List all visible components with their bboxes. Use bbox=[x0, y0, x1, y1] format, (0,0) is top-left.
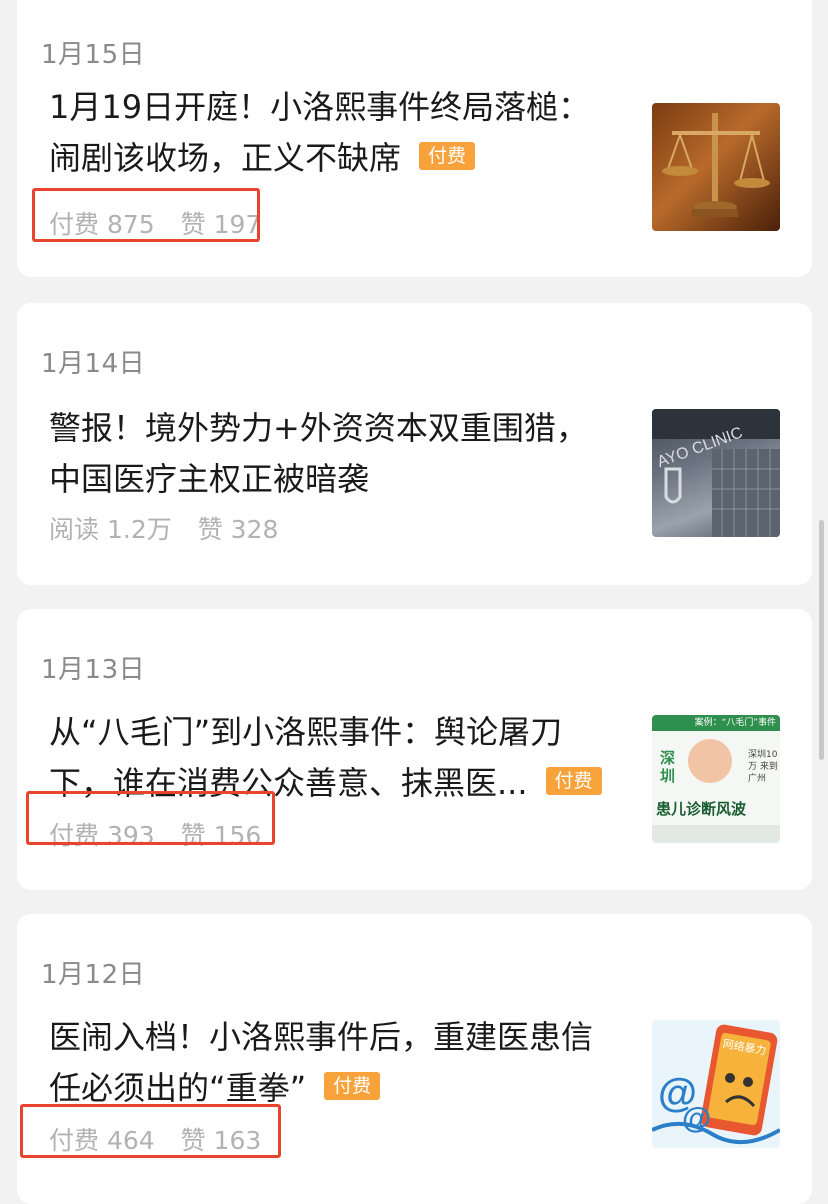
article-title-line: 中国医疗主权正被暗袭 bbox=[49, 460, 370, 498]
article-title-line: 医闹入档！小洛熙事件后，重建医患信 bbox=[49, 1018, 594, 1056]
building-icon: AYO CLINIC bbox=[652, 409, 780, 537]
article-date: 1月15日 bbox=[41, 40, 146, 70]
paid-badge: 付费 bbox=[545, 767, 602, 795]
clipping-header: 案例：“八毛门”事件 bbox=[652, 715, 780, 731]
article-title[interactable]: 1月19日开庭！小洛熙事件终局落槌： 闹剧该收场，正义不缺席 付费 bbox=[49, 82, 619, 184]
clipping-bottom-stripe bbox=[652, 825, 780, 843]
clipping-side-text: 深圳10万 来到广州 bbox=[748, 750, 778, 784]
scales-of-justice-image[interactable] bbox=[652, 103, 780, 231]
article-title-line: 警报！境外势力+外资资本双重围猎， bbox=[49, 409, 588, 447]
stat-likes: 赞 328 bbox=[197, 515, 279, 544]
article-title-line-with-tag: 闹剧该收场，正义不缺席 付费 bbox=[49, 133, 619, 184]
article-title[interactable]: 医闹入档！小洛熙事件后，重建医患信 任必须出的“重拳” 付费 bbox=[49, 1012, 619, 1114]
stats-highlight-box bbox=[32, 188, 260, 242]
article-title-line: 1月19日开庭！小洛熙事件终局落槌： bbox=[49, 88, 591, 126]
baby-illustration bbox=[688, 739, 732, 783]
article-title-text: 任必须出的“重拳” bbox=[49, 1069, 307, 1107]
article-title-line: 从“八毛门”到小洛熙事件：舆论屠刀 bbox=[49, 713, 563, 751]
article-title[interactable]: 警报！境外势力+外资资本双重围猎， 中国医疗主权正被暗袭 bbox=[49, 403, 619, 505]
article-title-text: 闹剧该收场，正义不缺席 bbox=[49, 139, 402, 177]
stats-highlight-box bbox=[26, 791, 275, 845]
article-card-3[interactable]: 1月13日 从“八毛门”到小洛熙事件：舆论屠刀 下，谁在消费公众善意、抹黑医..… bbox=[17, 609, 812, 890]
stat-reads: 阅读 1.2万 bbox=[49, 515, 172, 544]
article-card-2[interactable]: 1月14日 警报！境外势力+外资资本双重围猎， 中国医疗主权正被暗袭 阅读 1.… bbox=[17, 303, 812, 585]
article-card-1[interactable]: 1月15日 1月19日开庭！小洛熙事件终局落槌： 闹剧该收场，正义不缺席 付费 付… bbox=[17, 0, 812, 277]
clinic-building-image[interactable]: AYO CLINIC bbox=[652, 409, 780, 537]
paid-badge: 付费 bbox=[419, 142, 476, 170]
scales-icon bbox=[662, 113, 770, 217]
article-stats: 阅读 1.2万 赞 328 bbox=[49, 510, 278, 546]
clipping-caption: 患儿诊断风波 bbox=[656, 800, 747, 818]
scrollbar[interactable] bbox=[819, 520, 824, 760]
article-date: 1月12日 bbox=[41, 960, 146, 990]
online-abuse-cartoon-image[interactable]: @ @ 网络暴力 bbox=[652, 1020, 780, 1148]
article-date: 1月14日 bbox=[41, 349, 146, 379]
article-card-4[interactable]: 1月12日 医闹入档！小洛熙事件后，重建医患信 任必须出的“重拳” 付费 付费 4… bbox=[17, 914, 812, 1204]
cartoon-icon: @ @ 网络暴力 bbox=[652, 1024, 780, 1145]
stats-highlight-box bbox=[20, 1104, 281, 1158]
article-date: 1月13日 bbox=[41, 655, 146, 685]
paid-badge: 付费 bbox=[324, 1072, 381, 1100]
news-clipping-image[interactable]: 案例：“八毛门”事件 深圳 深圳10万 来到广州 患儿诊断风波 bbox=[652, 715, 780, 843]
clipping-city: 深圳 bbox=[660, 749, 676, 785]
